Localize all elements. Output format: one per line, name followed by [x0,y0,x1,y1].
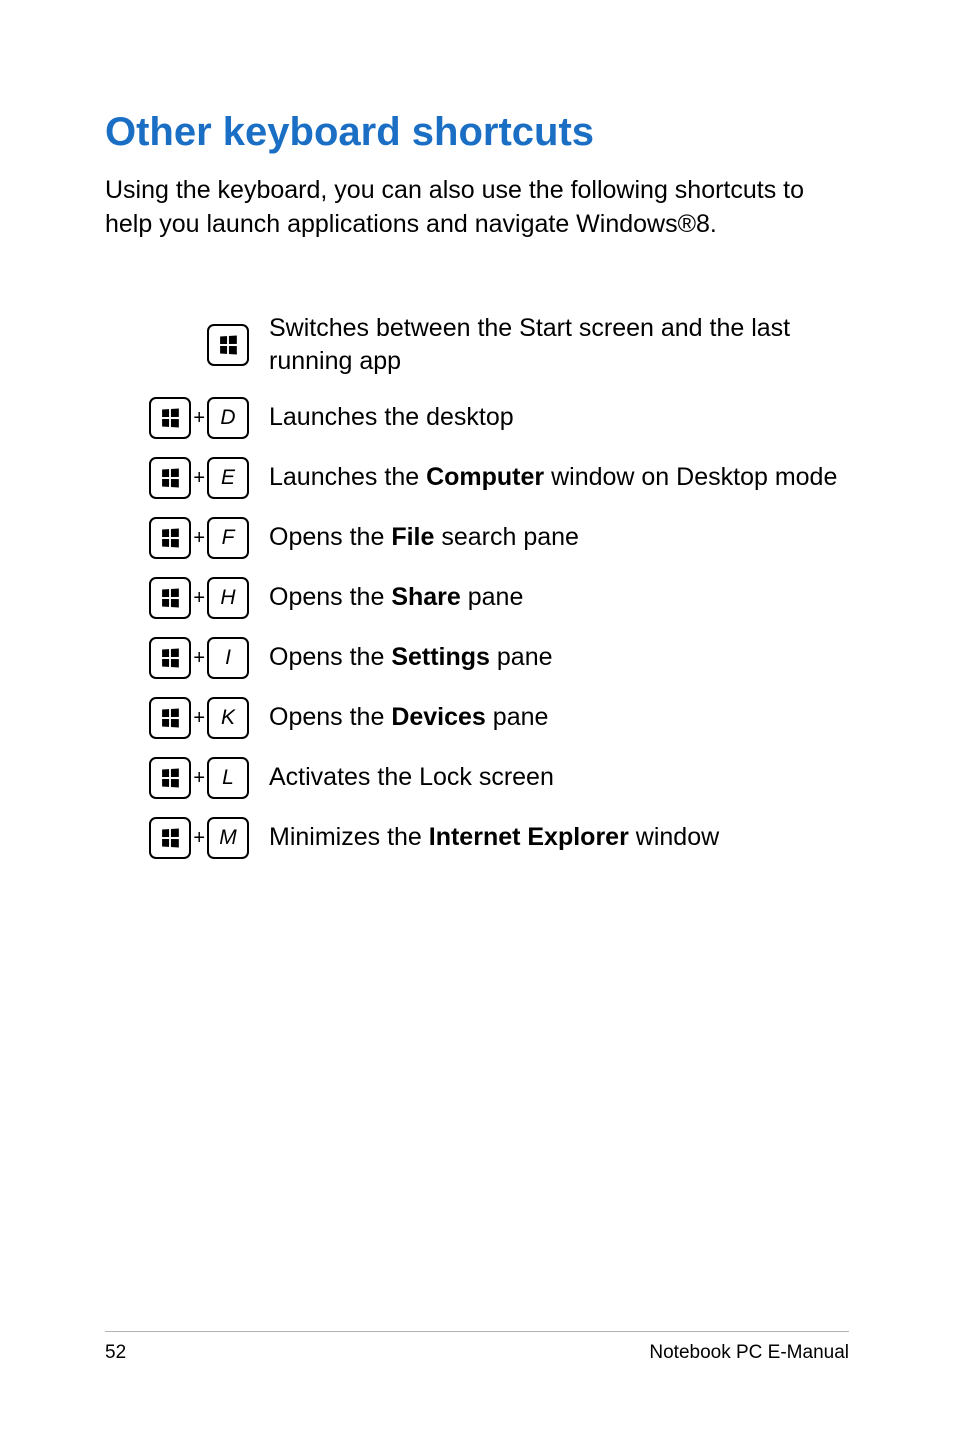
text: Activates the Lock screen [269,763,554,791]
shortcuts-table: Switches between the Start screen and th… [105,298,849,874]
text: window on Desktop mode [544,463,837,491]
plus-separator: + [193,827,205,850]
plus-separator: + [193,407,205,430]
plus-separator: + [193,467,205,490]
shortcut-row: +DLaunches the desktop [105,393,849,443]
windows-logo-icon [162,468,179,487]
key-f: F [207,517,249,559]
page-title: Other keyboard shortcuts [105,108,849,156]
text: Switches between the Start screen and th… [269,314,790,376]
shortcut-keys: +E [105,453,269,503]
shortcut-keys: +D [105,393,269,443]
windows-logo-icon [162,768,179,787]
shortcut-keys: +M [105,813,269,863]
shortcut-row: +MMinimizes the Internet Explorer window [105,813,849,863]
text: Opens the [269,643,391,671]
shortcut-description: Opens the Share pane [269,573,849,623]
shortcut-keys [105,308,269,384]
key-windows [149,817,191,859]
shortcut-description: Opens the File search pane [269,513,849,563]
shortcut-row: +LActivates the Lock screen [105,753,849,803]
key-windows [149,757,191,799]
shortcut-description: Opens the Devices pane [269,693,849,743]
text: window [629,823,719,851]
shortcut-description: Activates the Lock screen [269,753,849,803]
key-windows [149,577,191,619]
windows-logo-icon [162,588,179,607]
text: Launches the desktop [269,403,514,431]
bold-text: Internet Explorer [429,823,629,851]
key-windows [149,397,191,439]
shortcut-row: +FOpens the File search pane [105,513,849,563]
text: search pane [434,523,579,551]
shortcut-keys: +K [105,693,269,743]
page-number: 52 [105,1342,126,1364]
plus-separator: + [193,587,205,610]
plus-separator: + [193,527,205,550]
key-windows [149,637,191,679]
text: Opens the [269,523,391,551]
page: Other keyboard shortcuts Using the keybo… [0,0,954,1438]
shortcut-description: Launches the desktop [269,393,849,443]
intro-paragraph: Using the keyboard, you can also use the… [105,174,849,242]
bold-text: Devices [391,703,486,731]
plus-separator: + [193,767,205,790]
text: Opens the [269,583,391,611]
text: pane [490,643,553,671]
key-h: H [207,577,249,619]
shortcut-description: Launches the Computer window on Desktop … [269,453,849,503]
key-windows [149,457,191,499]
text: Launches the [269,463,426,491]
key-windows [207,324,249,366]
windows-logo-icon [162,648,179,667]
key-windows [149,697,191,739]
windows-logo-icon [162,528,179,547]
text: Opens the [269,703,391,731]
key-m: M [207,817,249,859]
text: pane [461,583,524,611]
key-d: D [207,397,249,439]
shortcut-keys: +L [105,753,269,803]
shortcut-row: +HOpens the Share pane [105,573,849,623]
shortcut-description: Switches between the Start screen and th… [269,308,849,384]
key-i: I [207,637,249,679]
key-e: E [207,457,249,499]
bold-text: File [391,523,434,551]
key-k: K [207,697,249,739]
windows-logo-icon [162,408,179,427]
bold-text: Share [391,583,460,611]
text: pane [486,703,549,731]
text: Minimizes the [269,823,429,851]
bold-text: Settings [391,643,490,671]
plus-separator: + [193,707,205,730]
shortcut-description: Minimizes the Internet Explorer window [269,813,849,863]
footer-label: Notebook PC E-Manual [649,1342,849,1364]
shortcut-description: Opens the Settings pane [269,633,849,683]
shortcut-row: +KOpens the Devices pane [105,693,849,743]
plus-separator: + [193,647,205,670]
windows-logo-icon [220,336,237,355]
windows-logo-icon [162,828,179,847]
shortcut-keys: +I [105,633,269,683]
shortcut-keys: +F [105,513,269,563]
key-l: L [207,757,249,799]
shortcut-keys: +H [105,573,269,623]
windows-logo-icon [162,708,179,727]
page-footer: 52 Notebook PC E-Manual [105,1331,849,1364]
key-windows [149,517,191,559]
bold-text: Computer [426,463,544,491]
shortcut-row: +ELaunches the Computer window on Deskto… [105,453,849,503]
shortcut-row: +IOpens the Settings pane [105,633,849,683]
shortcut-row: Switches between the Start screen and th… [105,308,849,384]
